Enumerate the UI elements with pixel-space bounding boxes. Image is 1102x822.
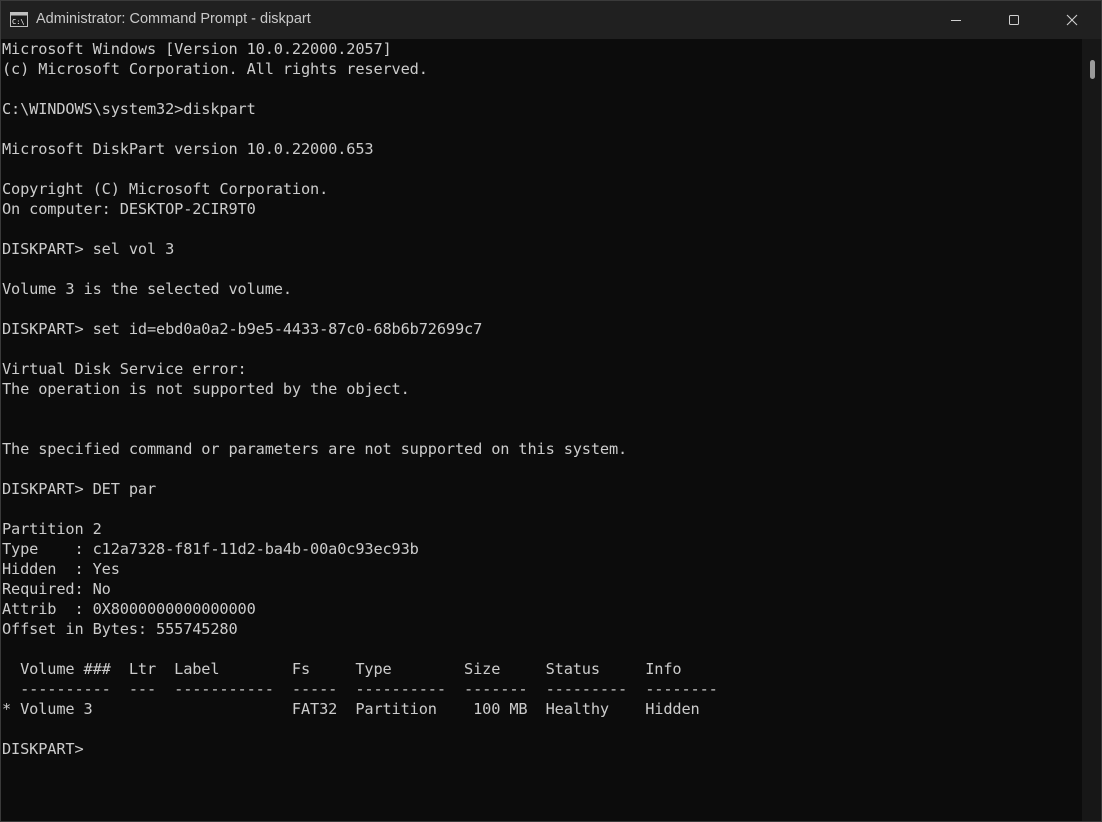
console-line: (c) Microsoft Corporation. All rights re…: [2, 60, 428, 78]
minimize-icon: [951, 20, 961, 21]
command-prompt-window: C:\ Administrator: Command Prompt - disk…: [0, 0, 1102, 822]
console-line: DISKPART> set id=ebd0a0a2-b9e5-4433-87c0…: [2, 320, 483, 338]
maximize-icon: [1009, 15, 1019, 25]
console-line: The specified command or parameters are …: [2, 440, 628, 458]
svg-text:C:\: C:\: [12, 18, 25, 26]
console-line: Hidden : Yes: [2, 560, 120, 578]
console-line: Required: No: [2, 580, 111, 598]
console-line: * Volume 3 FAT32 Partition 100 MB Health…: [2, 700, 700, 718]
console-line: ---------- --- ----------- ----- -------…: [2, 680, 718, 698]
console-line: DISKPART> sel vol 3: [2, 240, 175, 258]
console-line: Attrib : 0X8000000000000000: [2, 600, 256, 618]
vertical-scrollbar[interactable]: [1082, 39, 1101, 821]
console-output[interactable]: Microsoft Windows [Version 10.0.22000.20…: [1, 39, 1081, 821]
close-icon: [1066, 14, 1078, 26]
console-line: Virtual Disk Service error:: [2, 360, 247, 378]
console-line: Partition 2: [2, 520, 102, 538]
command-prompt-icon: C:\: [10, 12, 28, 27]
minimize-button[interactable]: [927, 1, 985, 39]
console-line: C:\WINDOWS\system32>diskpart: [2, 100, 256, 118]
title-bar[interactable]: C:\ Administrator: Command Prompt - disk…: [1, 1, 1101, 39]
console-line: Offset in Bytes: 555745280: [2, 620, 238, 638]
close-button[interactable]: [1043, 1, 1101, 39]
console-line: On computer: DESKTOP-2CIR9T0: [2, 200, 256, 218]
console-line: DISKPART>: [2, 740, 93, 758]
console-line: The operation is not supported by the ob…: [2, 380, 410, 398]
console-line: DISKPART> DET par: [2, 480, 157, 498]
window-title: Administrator: Command Prompt - diskpart: [36, 11, 311, 27]
console-line: Microsoft DiskPart version 10.0.22000.65…: [2, 140, 374, 158]
console-line: Microsoft Windows [Version 10.0.22000.20…: [2, 40, 392, 58]
maximize-button[interactable]: [985, 1, 1043, 39]
console-line: Volume ### Ltr Label Fs Type Size Status…: [2, 660, 682, 678]
console-line: Copyright (C) Microsoft Corporation.: [2, 180, 329, 198]
console-line: Volume 3 is the selected volume.: [2, 280, 292, 298]
console-line: Type : c12a7328-f81f-11d2-ba4b-00a0c93ec…: [2, 540, 419, 558]
scrollbar-thumb[interactable]: [1090, 60, 1095, 79]
